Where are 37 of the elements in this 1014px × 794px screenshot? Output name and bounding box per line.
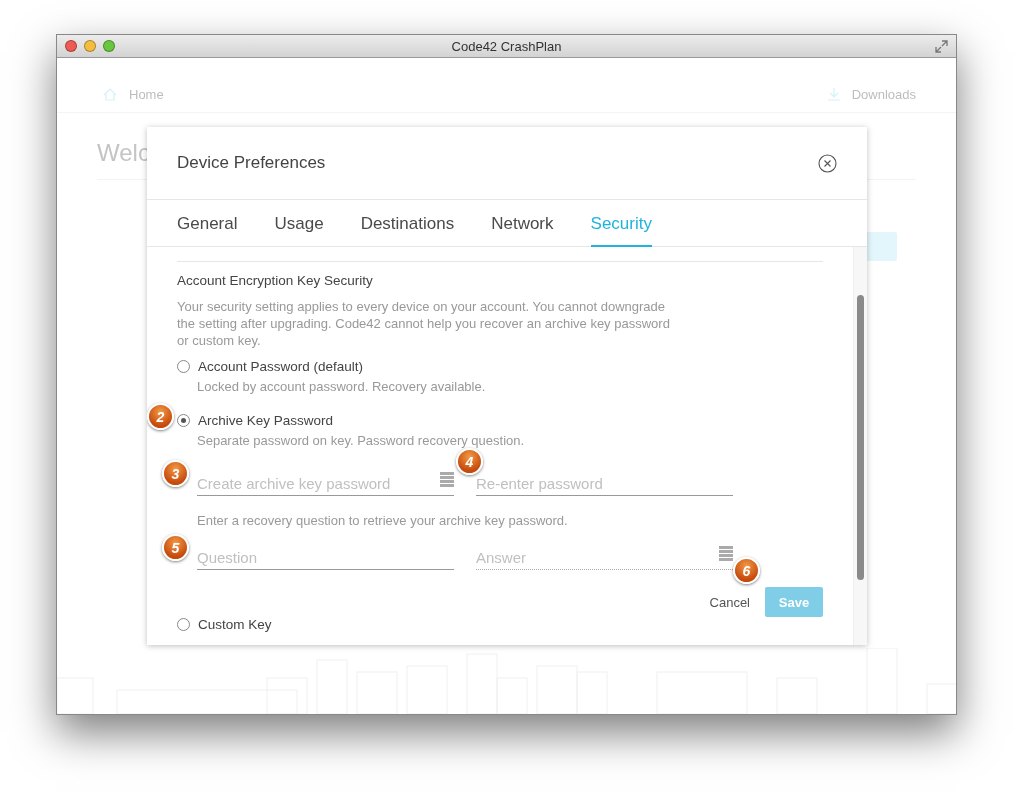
tab[interactable]: Usage — [274, 200, 324, 247]
step-badge: 5 — [162, 534, 189, 561]
step-badge: 2 — [147, 403, 174, 430]
input-field[interactable]: Question — [197, 540, 454, 570]
minimize-button[interactable] — [84, 40, 96, 52]
radio-button[interactable] — [177, 618, 190, 631]
description: Your security setting applies to every device on your account. You cannot downgrade the setting after upgrading. Code42 cannot help you recover an archive key password or custom key. — [177, 298, 671, 349]
scrollbar-thumb[interactable] — [857, 295, 864, 580]
page-heading: Welc — [97, 139, 150, 167]
tab[interactable]: General — [177, 200, 238, 247]
fullscreen-icon[interactable] — [935, 39, 948, 53]
radio-button[interactable] — [177, 360, 190, 373]
option-note: Separate password on key. Password recovery question. — [197, 433, 526, 448]
window-title: Code42 CrashPlan — [451, 38, 562, 54]
tab[interactable]: Network — [491, 200, 554, 247]
option-note: Locked by account password. Recovery available. — [197, 379, 487, 394]
section-title: Account Encryption Key Security — [177, 273, 374, 288]
dialog-title: Device Preferences — [177, 153, 326, 173]
zoom-button[interactable] — [103, 40, 115, 52]
radio-button[interactable] — [177, 414, 190, 427]
download-icon — [827, 87, 840, 101]
input-field[interactable]: Re-enter password — [476, 466, 733, 496]
cancel-button[interactable]: Cancel — [709, 594, 750, 610]
option-label[interactable]: Account Password (default) — [198, 359, 364, 374]
step-badge: 6 — [733, 557, 760, 584]
menu-icon — [440, 472, 454, 489]
step-badge: 3 — [162, 460, 189, 487]
helper-text: Enter a recovery question to retrieve your archive key password. — [197, 513, 569, 528]
menu-icon — [719, 546, 733, 563]
home-icon — [103, 87, 117, 101]
option-label[interactable]: Archive Key Password — [198, 413, 334, 428]
option-label[interactable]: Custom Key — [198, 617, 272, 632]
input-field[interactable]: Create archive key password — [197, 466, 454, 496]
close-button[interactable] — [65, 40, 77, 52]
tab[interactable]: Destinations — [360, 200, 455, 247]
close-icon[interactable] — [818, 153, 837, 173]
step-badge: 4 — [456, 448, 483, 475]
